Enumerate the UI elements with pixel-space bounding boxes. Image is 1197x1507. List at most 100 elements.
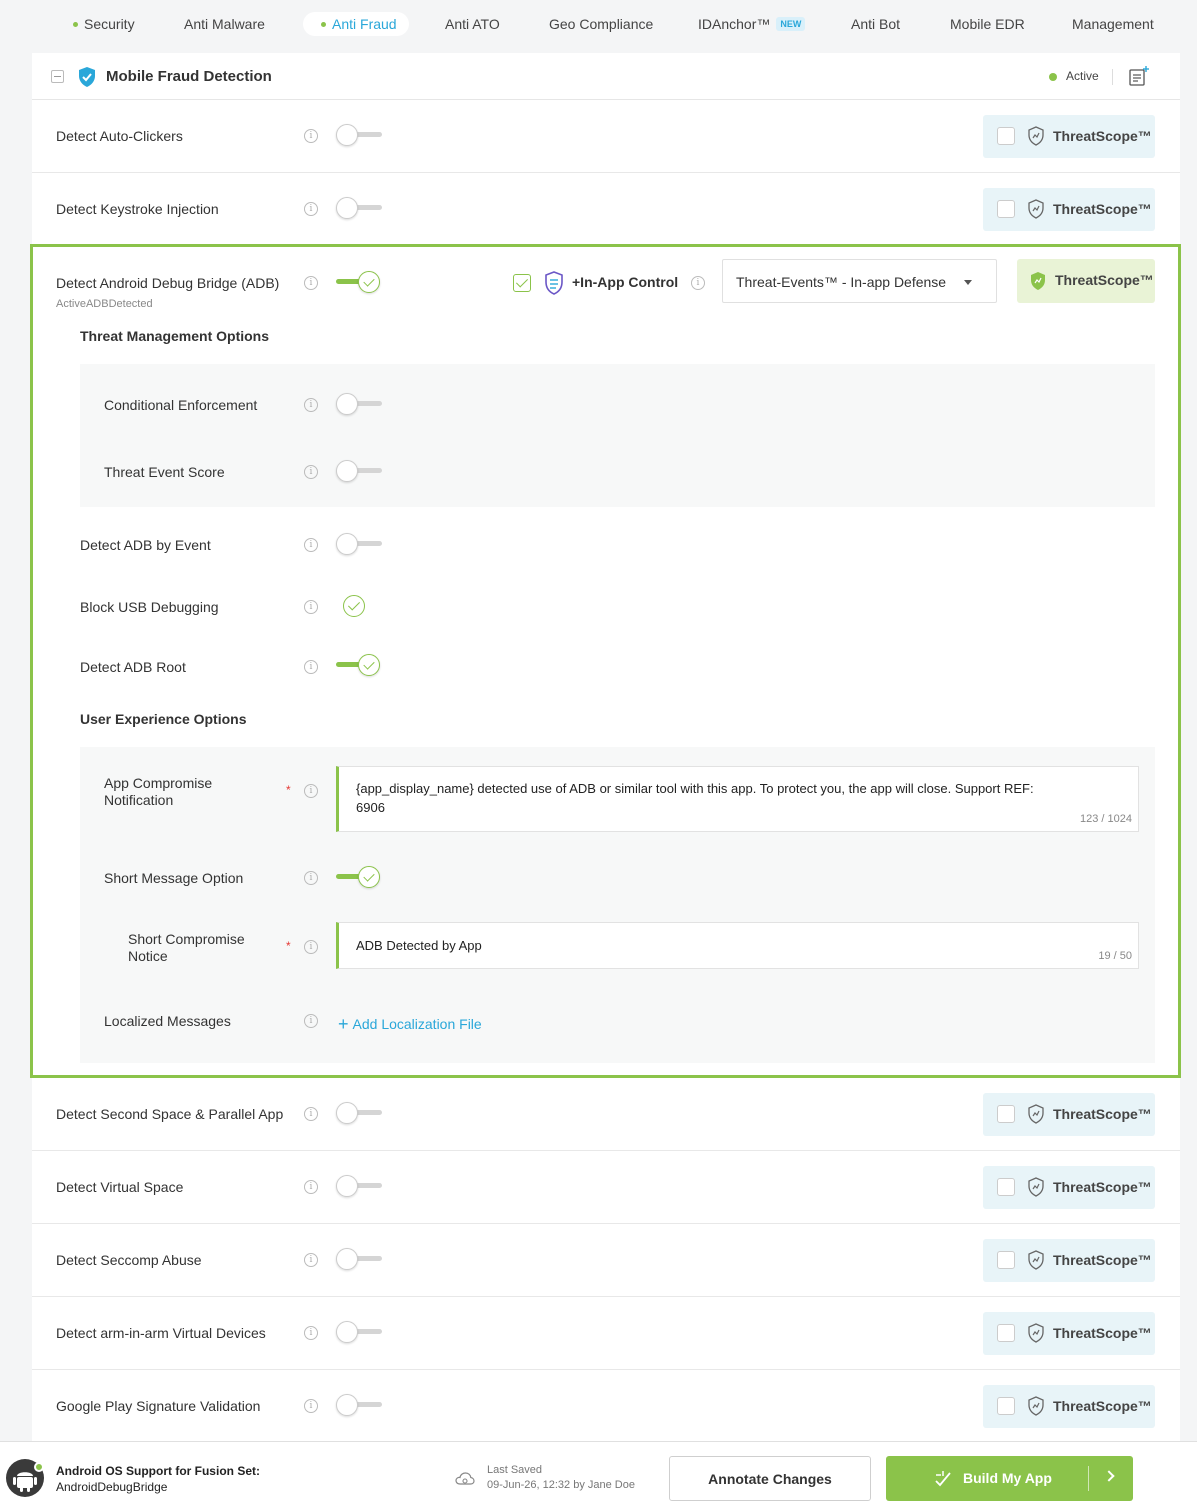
textarea-line-1: {app_display_name} detected use of ADB o… xyxy=(356,781,1034,796)
threatscope-checkbox[interactable] xyxy=(997,1178,1015,1196)
block-usb-check-icon[interactable] xyxy=(343,595,365,617)
app-compromise-textarea[interactable]: {app_display_name} detected use of ADB o… xyxy=(336,766,1139,832)
threatscope-option[interactable]: ThreatScope™ xyxy=(983,1093,1155,1136)
add-localization-link[interactable]: + Add Localization File xyxy=(338,1013,482,1034)
feature-row: Detect Keystroke Injection i ThreatScope… xyxy=(32,173,1180,246)
tab-geo-compliance[interactable]: Geo Compliance xyxy=(549,12,653,36)
threatscope-label: ThreatScope™ xyxy=(1053,128,1152,144)
add-note-icon[interactable] xyxy=(1128,65,1150,87)
threatscope-checkbox[interactable] xyxy=(997,127,1015,145)
feature-toggle[interactable] xyxy=(336,124,382,146)
chevron-right-icon[interactable] xyxy=(1103,1470,1115,1482)
in-app-control-checkbox[interactable] xyxy=(513,274,531,292)
info-icon[interactable]: i xyxy=(304,1014,318,1028)
tab-anti-bot[interactable]: Anti Bot xyxy=(851,12,900,36)
fusion-set-name: AndroidDebugBridge xyxy=(56,1480,168,1494)
threatscope-option[interactable]: ThreatScope™ xyxy=(983,1239,1155,1282)
threatscope-checkbox[interactable] xyxy=(997,1397,1015,1415)
threatscope-shield-icon xyxy=(1031,272,1045,290)
threatscope-option[interactable]: ThreatScope™ xyxy=(983,1166,1155,1209)
info-icon[interactable]: i xyxy=(304,129,318,143)
short-message-toggle[interactable] xyxy=(336,866,382,888)
footer-bar: Android OS Support for Fusion Set: Andro… xyxy=(0,1441,1197,1507)
tab-anti-ato[interactable]: Anti ATO xyxy=(445,12,500,36)
collapse-icon[interactable] xyxy=(51,70,64,83)
plus-icon: + xyxy=(338,1014,349,1034)
threat-event-score-toggle[interactable] xyxy=(336,460,382,482)
threatscope-checkbox[interactable] xyxy=(997,1324,1015,1342)
detect-adb-by-event-label: Detect ADB by Event xyxy=(80,537,211,553)
feature-toggle[interactable] xyxy=(336,1321,382,1343)
detect-adb-root-toggle[interactable] xyxy=(336,654,382,676)
tab-management[interactable]: Management xyxy=(1072,12,1154,36)
feature-toggle[interactable] xyxy=(336,1394,382,1416)
last-saved-title: Last Saved xyxy=(487,1464,543,1476)
info-icon[interactable]: i xyxy=(691,276,705,290)
short-notice-input[interactable]: ADB Detected by App 19 / 50 xyxy=(336,922,1139,969)
card-header: Mobile Fraud Detection Active xyxy=(32,53,1180,100)
build-label: Build My App xyxy=(963,1470,1052,1486)
feature-label: Detect Seccomp Abuse xyxy=(56,1252,202,1268)
info-icon[interactable]: i xyxy=(304,1326,318,1340)
threat-management-heading: Threat Management Options xyxy=(80,328,270,344)
feature-label: Detect Auto-Clickers xyxy=(56,128,183,144)
build-my-app-button[interactable]: Build My App xyxy=(886,1456,1133,1501)
threatscope-checkbox[interactable] xyxy=(997,1105,1015,1123)
threatscope-label: ThreatScope™ xyxy=(1053,1179,1152,1195)
cloud-saved-icon xyxy=(455,1472,475,1485)
info-icon[interactable]: i xyxy=(304,276,318,290)
feature-toggle[interactable] xyxy=(336,1248,382,1270)
info-icon[interactable]: i xyxy=(304,784,318,798)
info-icon[interactable]: i xyxy=(304,465,318,479)
threatscope-label: ThreatScope™ xyxy=(1053,1398,1152,1414)
threatscope-shield-icon xyxy=(1028,126,1044,146)
threatscope-shield-icon xyxy=(1028,1323,1044,1343)
threatscope-option[interactable]: ThreatScope™ xyxy=(983,1312,1155,1355)
threat-events-select[interactable]: Threat-Events™ - In-app Defense xyxy=(722,259,997,303)
tab-idanchor[interactable]: IDAnchor™ NEW xyxy=(698,12,806,36)
threatscope-shield-icon xyxy=(1028,199,1044,219)
threatscope-option[interactable]: ThreatScope™ xyxy=(983,115,1155,158)
threatscope-option[interactable]: ThreatScope™ xyxy=(983,188,1155,231)
info-icon[interactable]: i xyxy=(304,398,318,412)
info-icon[interactable]: i xyxy=(304,1107,318,1121)
detect-adb-by-event-toggle[interactable] xyxy=(336,533,382,555)
threatscope-checkbox[interactable] xyxy=(997,1251,1015,1269)
info-icon[interactable]: i xyxy=(304,202,318,216)
threatscope-option-active[interactable]: ThreatScope™ xyxy=(1017,259,1155,303)
feature-toggle[interactable] xyxy=(336,1175,382,1197)
info-icon[interactable]: i xyxy=(304,1180,318,1194)
threatscope-checkbox[interactable] xyxy=(997,200,1015,218)
select-value: Threat-Events™ - In-app Defense xyxy=(736,274,947,290)
short-notice-label-line-1: Short Compromise xyxy=(128,931,245,947)
adb-label: Detect Android Debug Bridge (ADB) xyxy=(56,275,280,291)
info-icon[interactable]: i xyxy=(304,871,318,885)
feature-row: Detect arm-in-arm Virtual Devices i Thre… xyxy=(32,1297,1180,1370)
tab-anti-malware[interactable]: Anti Malware xyxy=(184,12,265,36)
char-count: 123 / 1024 xyxy=(1080,813,1132,825)
info-icon[interactable]: i xyxy=(304,1253,318,1267)
annotate-changes-button[interactable]: Annotate Changes xyxy=(669,1456,871,1501)
status-text: Active xyxy=(1066,69,1099,83)
feature-label: Detect Keystroke Injection xyxy=(56,201,219,217)
last-saved-info: 09-Jun-26, 12:32 by Jane Doe xyxy=(487,1479,635,1491)
feature-label: Detect arm-in-arm Virtual Devices xyxy=(56,1325,266,1341)
status-dot-icon xyxy=(34,1462,44,1472)
caret-down-icon xyxy=(964,280,972,285)
threatscope-option[interactable]: ThreatScope™ xyxy=(983,1385,1155,1428)
adb-toggle[interactable] xyxy=(336,271,382,293)
tab-mobile-edr[interactable]: Mobile EDR xyxy=(950,12,1025,36)
required-mark: * xyxy=(286,783,291,797)
feature-toggle[interactable] xyxy=(336,1102,382,1124)
conditional-enforcement-toggle[interactable] xyxy=(336,393,382,415)
info-icon[interactable]: i xyxy=(304,940,318,954)
build-icon xyxy=(935,1471,951,1487)
info-icon[interactable]: i xyxy=(304,538,318,552)
tab-anti-fraud[interactable]: Anti Fraud xyxy=(303,12,409,36)
feature-toggle[interactable] xyxy=(336,197,382,219)
info-icon[interactable]: i xyxy=(304,600,318,614)
info-icon[interactable]: i xyxy=(304,660,318,674)
tab-security[interactable]: Security xyxy=(73,12,135,36)
feature-row: Detect Second Space & Parallel App i Thr… xyxy=(32,1078,1180,1151)
info-icon[interactable]: i xyxy=(304,1399,318,1413)
